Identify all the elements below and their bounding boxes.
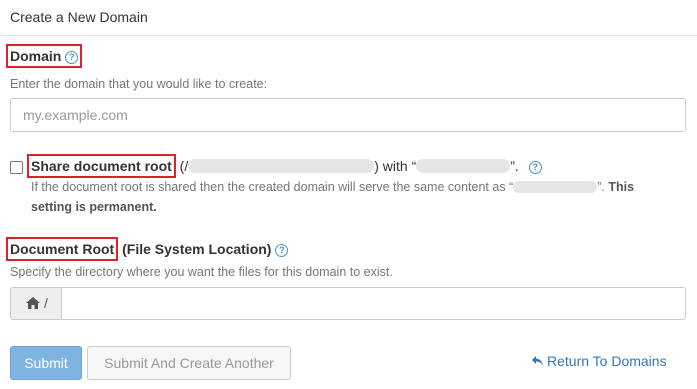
submit-and-create-another-button[interactable]: Submit And Create Another [87,346,291,380]
domain-label-group: Domain ? [6,44,83,68]
share-hint-text: If the document root is shared then the … [31,180,514,194]
share-document-root-label-highlight: Share document root [27,154,176,178]
page-header: Create a New Domain [0,0,697,36]
share-close-text: ”. [510,158,519,174]
redacted-domain [416,159,511,173]
document-root-label-highlight: Document Root [6,237,119,261]
document-root-input[interactable] [61,287,686,320]
document-root-prefix: / [10,287,62,320]
question-circle-icon[interactable]: ? [65,51,79,64]
share-document-root-line: Share document root (/ ) with “ ”. ? [27,154,542,178]
page-title: Create a New Domain [10,9,148,25]
question-circle-icon[interactable]: ? [275,244,289,257]
return-to-domains-label: Return To Domains [547,353,667,369]
share-document-root-label: Share document root [31,158,172,174]
share-with-text: ) with “ [374,158,417,174]
document-root-hint: Specify the directory where you want the… [10,265,393,279]
share-document-root-checkbox[interactable] [10,161,23,174]
redacted-domain-hint [513,181,598,193]
submit-button[interactable]: Submit [10,346,82,380]
domain-hint: Enter the domain that you would like to … [10,77,268,91]
home-icon [26,297,40,309]
share-hint-end: ”. [597,180,605,194]
question-circle-icon[interactable]: ? [528,161,542,174]
share-hint-permanent: setting is permanent. [31,200,157,214]
document-root-slash: / [44,295,48,311]
document-root-label-group: Document Root (File System Location) ? [6,237,289,261]
redacted-path [188,159,375,173]
return-arrow-icon [532,356,543,366]
share-hint-bold: This [608,180,635,194]
share-document-root-hint: If the document root is shared then the … [31,180,634,194]
domain-label: Domain [10,48,62,64]
domain-input[interactable] [10,98,686,132]
document-root-label: Document Root [10,241,115,257]
domain-label-highlight: Domain ? [6,44,83,68]
share-open-paren: (/ [175,158,189,174]
return-to-domains-link[interactable]: Return To Domains [531,353,667,369]
document-root-label-suffix: (File System Location) [118,241,272,257]
